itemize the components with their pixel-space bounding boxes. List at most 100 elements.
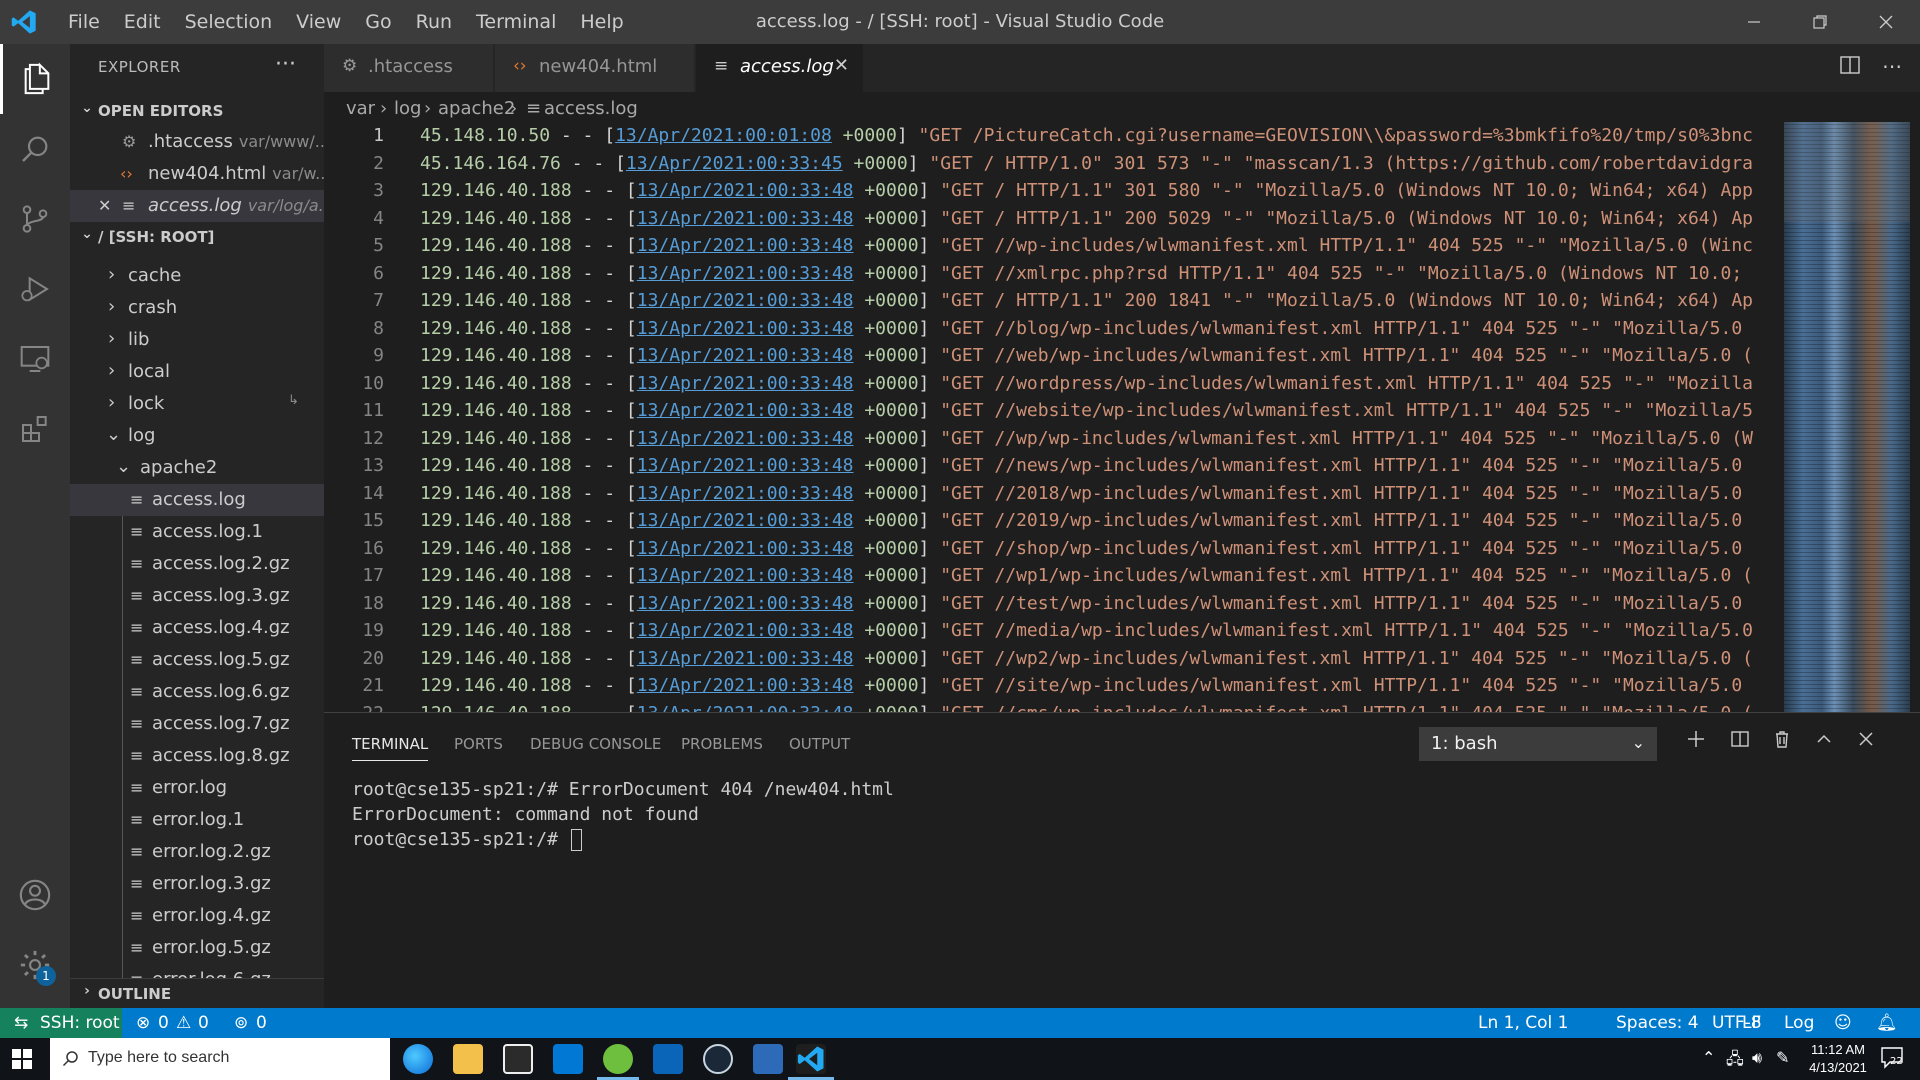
minimap-slider[interactable] <box>1784 122 1910 222</box>
folder-lib[interactable]: › lib <box>70 324 324 356</box>
cursor-position[interactable]: Ln 1, Col 1 <box>1478 1013 1569 1033</box>
breadcrumb-var[interactable]: var <box>346 98 375 119</box>
file-access-log-7-gz[interactable]: ≡ access.log.7.gz <box>70 708 324 740</box>
notifications-button[interactable]: 22 <box>1880 1046 1910 1072</box>
file-access-log-6-gz[interactable]: ≡ access.log.6.gz <box>70 676 324 708</box>
restore-button[interactable] <box>1790 0 1850 44</box>
file-error-log-5-gz[interactable]: ≡ error.log.5.gz <box>70 932 324 964</box>
vscode-taskbar-icon[interactable] <box>796 1044 826 1074</box>
file-error-log-4-gz[interactable]: ≡ error.log.4.gz <box>70 900 324 932</box>
close-icon[interactable]: ✕ <box>98 196 111 215</box>
vscode-logo-icon[interactable] <box>10 8 38 36</box>
file-access-log[interactable]: ≡ access.log <box>70 484 324 516</box>
split-editor-button[interactable] <box>1836 54 1864 82</box>
edge-icon[interactable] <box>403 1044 433 1074</box>
menu-help[interactable]: Help <box>568 0 635 44</box>
outline-header[interactable]: › OUTLINE <box>70 978 324 1008</box>
code-line[interactable]: 129.146.40.188 - - [13/Apr/2021:00:33:48… <box>420 425 1753 453</box>
steam-icon[interactable] <box>703 1044 733 1074</box>
activity-explorer[interactable] <box>0 44 70 114</box>
file-error-log[interactable]: ≡ error.log <box>70 772 324 804</box>
close-tab-icon[interactable]: ✕ <box>834 55 849 76</box>
terminal-prompt-line[interactable]: root@cse135-sp21:/# <box>352 829 582 851</box>
file-access-log-3-gz[interactable]: ≡ access.log.3.gz <box>70 580 324 612</box>
menu-selection[interactable]: Selection <box>173 0 285 44</box>
code-line[interactable]: 129.146.40.188 - - [13/Apr/2021:00:33:48… <box>420 480 1742 508</box>
file-access-log-4-gz[interactable]: ≡ access.log.4.gz <box>70 612 324 644</box>
powershell-icon[interactable] <box>753 1044 783 1074</box>
file-access-log-1[interactable]: ≡ access.log.1 <box>70 516 324 548</box>
tab-output[interactable]: OUTPUT <box>789 735 850 753</box>
code-line[interactable]: 129.146.40.188 - - [13/Apr/2021:00:33:48… <box>420 397 1753 425</box>
open-editors-header[interactable]: ⌄ OPEN EDITORS <box>70 96 324 126</box>
code-line[interactable]: 129.146.40.188 - - [13/Apr/2021:00:33:48… <box>420 507 1742 535</box>
code-line[interactable]: 129.146.40.188 - - [13/Apr/2021:00:33:48… <box>420 700 1753 713</box>
app-icon[interactable] <box>603 1044 633 1074</box>
code-line[interactable]: 129.146.40.188 - - [13/Apr/2021:00:33:48… <box>420 562 1753 590</box>
language-mode[interactable]: Log <box>1784 1013 1814 1033</box>
activity-extensions[interactable] <box>0 394 70 464</box>
file-access-log-2-gz[interactable]: ≡ access.log.2.gz <box>70 548 324 580</box>
close-panel-button[interactable] <box>1852 729 1880 757</box>
code-line[interactable]: 129.146.40.188 - - [13/Apr/2021:00:33:48… <box>420 672 1742 700</box>
pen-icon[interactable]: ✎ <box>1776 1048 1789 1067</box>
file-error-log-1[interactable]: ≡ error.log.1 <box>70 804 324 836</box>
tab-ports[interactable]: PORTS <box>454 735 503 753</box>
feedback-icon[interactable]: ☺ <box>1834 1013 1852 1033</box>
indentation[interactable]: Spaces: 4 <box>1616 1013 1699 1033</box>
tab-new404[interactable]: ‹› new404.html <box>495 44 695 92</box>
open-editor-new404[interactable]: ‹› new404.html var/w... <box>70 158 324 190</box>
end-of-line[interactable]: LF <box>1742 1013 1761 1033</box>
mail-icon[interactable] <box>553 1044 583 1074</box>
store-icon[interactable] <box>503 1044 533 1074</box>
editor-more-actions-button[interactable]: ⋯ <box>1878 54 1906 82</box>
chevron-up-icon[interactable]: ⌃ <box>1702 1048 1715 1067</box>
code-line[interactable]: 129.146.40.188 - - [13/Apr/2021:00:33:48… <box>420 645 1753 673</box>
outlook-icon[interactable] <box>653 1044 683 1074</box>
taskbar-search[interactable]: Type here to search <box>50 1038 390 1080</box>
activity-search[interactable] <box>0 114 70 184</box>
menu-run[interactable]: Run <box>404 0 464 44</box>
clock[interactable]: 11:12 AM 4/13/2021 <box>1800 1041 1876 1077</box>
tab-debug-console[interactable]: DEBUG CONSOLE <box>530 735 661 753</box>
tab-problems[interactable]: PROBLEMS <box>681 735 763 753</box>
tab-terminal[interactable]: TERMINAL <box>352 735 429 761</box>
more-actions-button[interactable]: ··· <box>275 52 296 77</box>
menu-go[interactable]: Go <box>353 0 403 44</box>
code-line[interactable]: 129.146.40.188 - - [13/Apr/2021:00:33:48… <box>420 287 1753 315</box>
file-access-log-5-gz[interactable]: ≡ access.log.5.gz <box>70 644 324 676</box>
split-terminal-button[interactable] <box>1726 729 1754 757</box>
close-window-button[interactable] <box>1856 0 1916 44</box>
code-line[interactable]: 129.146.40.188 - - [13/Apr/2021:00:33:48… <box>420 452 1742 480</box>
folder-apache2[interactable]: ⌄ apache2 <box>70 452 324 484</box>
code-line[interactable]: 129.146.40.188 - - [13/Apr/2021:00:33:48… <box>420 205 1753 233</box>
kill-terminal-button[interactable] <box>1768 729 1796 757</box>
minimap[interactable] <box>1784 122 1910 712</box>
root-folder-header[interactable]: ⌄ / [SSH: ROOT] <box>70 222 324 252</box>
tab-htaccess[interactable]: ⚙ .htaccess <box>324 44 494 92</box>
breadcrumb-access-log[interactable]: access.log <box>544 98 638 119</box>
tab-access-log[interactable]: ≡ access.log ✕ <box>696 44 864 92</box>
menu-file[interactable]: File <box>56 0 112 44</box>
folder-cache[interactable]: › cache <box>70 260 324 292</box>
remote-indicator[interactable]: ⇆ SSH: root <box>0 1008 122 1038</box>
code-line[interactable]: 45.146.164.76 - - [13/Apr/2021:00:33:45 … <box>420 150 1753 178</box>
folder-crash[interactable]: › crash <box>70 292 324 324</box>
folder-local[interactable]: › local <box>70 356 324 388</box>
code-editor[interactable]: 12345678910111213141516171819202122 45.1… <box>324 122 1920 712</box>
code-line[interactable]: 129.146.40.188 - - [13/Apr/2021:00:33:48… <box>420 232 1753 260</box>
activity-run-debug[interactable] <box>0 254 70 324</box>
file-error-log-3-gz[interactable]: ≡ error.log.3.gz <box>70 868 324 900</box>
activity-remote-explorer[interactable] <box>0 324 70 394</box>
code-line[interactable]: 129.146.40.188 - - [13/Apr/2021:00:33:48… <box>420 370 1753 398</box>
volume-icon[interactable]: 🔊︎ <box>1752 1048 1762 1068</box>
code-line[interactable]: 45.148.10.50 - - [13/Apr/2021:00:01:08 +… <box>420 122 1753 150</box>
minimize-button[interactable] <box>1724 0 1784 44</box>
terminal-select[interactable]: 1: bash ⌄ <box>1419 727 1657 761</box>
activity-manage[interactable]: 1 <box>0 930 70 1000</box>
open-editor-htaccess[interactable]: ⚙ .htaccess var/www/... <box>70 126 324 158</box>
code-lines[interactable]: 45.148.10.50 - - [13/Apr/2021:00:01:08 +… <box>420 122 1784 712</box>
activity-accounts[interactable] <box>0 860 70 930</box>
editor-scrollbar[interactable] <box>1910 122 1920 712</box>
folder-lock[interactable]: › lock ↳ <box>70 388 324 420</box>
